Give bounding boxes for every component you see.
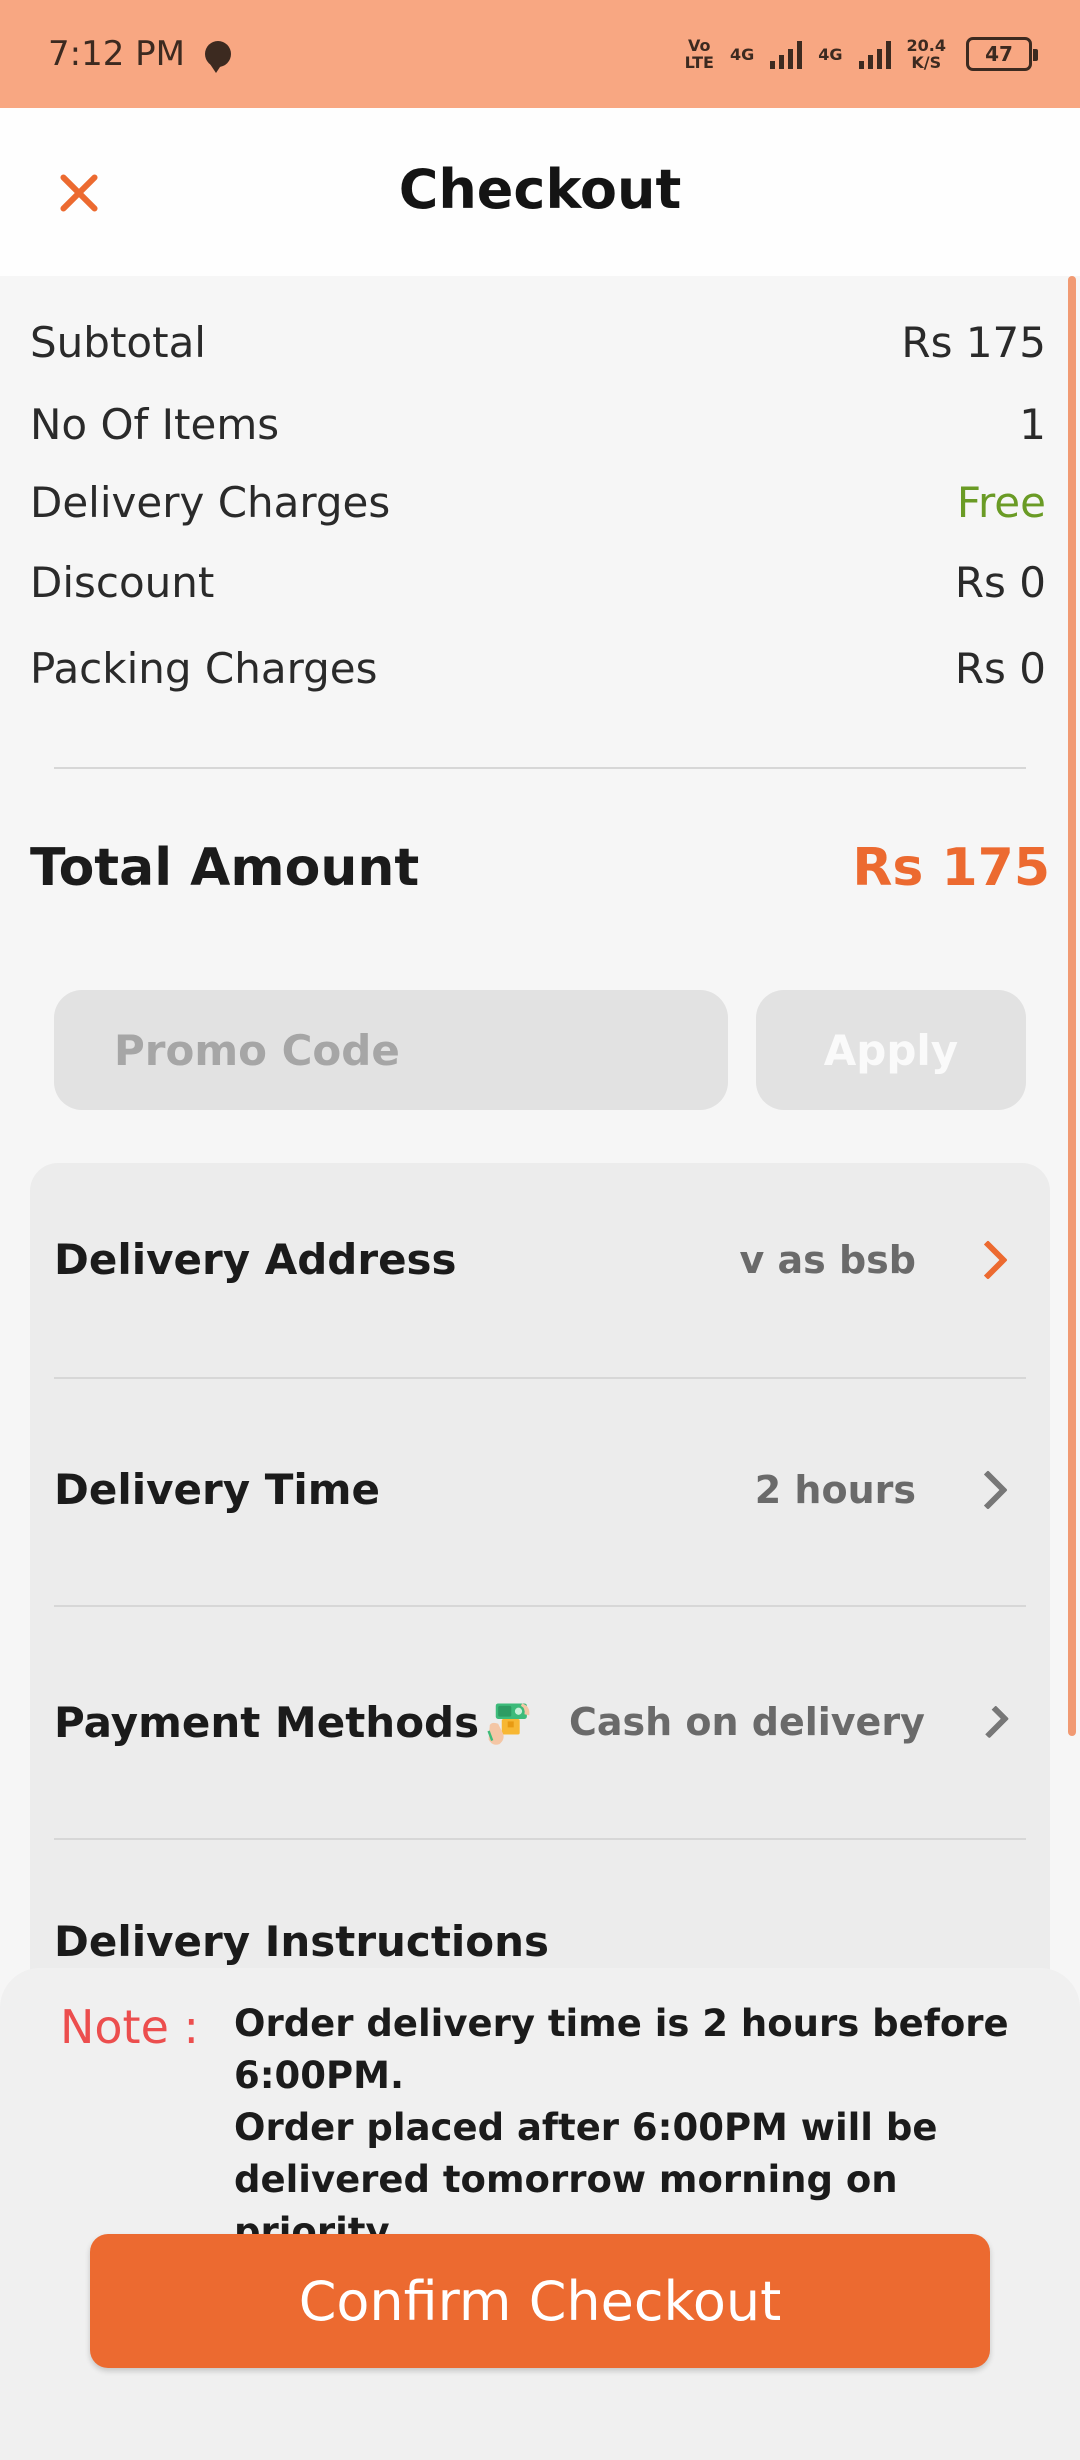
total-value: Rs 175 (852, 838, 1050, 898)
message-notification-icon (205, 41, 231, 73)
delivery-charges-value: Free (956, 478, 1046, 527)
battery-icon: 47 (966, 37, 1038, 71)
total-label: Total Amount (30, 838, 420, 898)
options-divider-1 (54, 1377, 1026, 1379)
delivery-instructions-label: Delivery Instructions (54, 1917, 550, 1966)
delivery-address-label: Delivery Address (54, 1235, 457, 1284)
signal-icon (770, 39, 803, 69)
network-speed: 20.4 K/S (907, 37, 946, 71)
delivery-time-value: 2 hours (754, 1467, 916, 1512)
subtotal-row: Subtotal Rs 175 (30, 318, 1046, 367)
delivery-instructions-row[interactable]: Delivery Instructions (54, 1917, 1026, 1966)
note-line-1: Order delivery time is 2 hours before 6:… (234, 2002, 1009, 2097)
packing-charges-label: Packing Charges (30, 644, 378, 693)
subtotal-value: Rs 175 (901, 318, 1046, 367)
bottom-sheet: Note : Order delivery time is 2 hours be… (0, 1968, 1080, 2460)
confirm-checkout-button[interactable]: Confirm Checkout (90, 2234, 990, 2368)
payment-methods-label: Payment Methods (54, 1697, 480, 1747)
packing-charges-row: Packing Charges Rs 0 (30, 644, 1046, 693)
discount-value: Rs 0 (954, 558, 1046, 607)
note-text: Order delivery time is 2 hours before 6:… (234, 1998, 1034, 2258)
header: Checkout (0, 108, 1080, 276)
total-row: Total Amount Rs 175 (30, 838, 1050, 898)
chevron-right-icon (975, 1705, 1010, 1739)
volte-indicator: Vo LTE (684, 36, 714, 72)
speed-value: 20.4 (906, 36, 946, 55)
network-type-2: 4G (818, 44, 843, 64)
battery-level: 47 (985, 42, 1013, 66)
status-time: 7:12 PM (48, 34, 185, 74)
scrollbar[interactable] (1068, 276, 1076, 1736)
delivery-charges-label: Delivery Charges (30, 478, 391, 527)
note-label: Note : (60, 2000, 200, 2054)
delivery-address-row[interactable]: Delivery Address v as bsb (54, 1235, 1026, 1284)
page-title: Checkout (398, 158, 682, 221)
delivery-address-value: v as bsb (739, 1237, 916, 1282)
discount-label: Discount (30, 558, 215, 607)
promo-code-input[interactable] (54, 990, 728, 1110)
status-bar: 7:12 PM Vo LTE 4G 4G 20.4 K/S 47 (0, 0, 1080, 108)
subtotal-label: Subtotal (30, 318, 206, 367)
apply-button[interactable]: Apply (756, 990, 1026, 1110)
cash-hand-icon (487, 1703, 530, 1745)
signal-icon-2 (858, 39, 891, 69)
chevron-right-icon (968, 1239, 1008, 1280)
checkout-options-card: Delivery Address v as bsb Delivery Time … (30, 1163, 1050, 2043)
payment-methods-row[interactable]: Payment Methods Cash on delivery (54, 1677, 1026, 1767)
packing-charges-value: Rs 0 (954, 644, 1046, 693)
chevron-right-icon (968, 1469, 1008, 1510)
items-row: No Of Items 1 (30, 400, 1046, 449)
options-divider-2 (54, 1605, 1026, 1607)
discount-row: Discount Rs 0 (30, 558, 1046, 607)
options-divider-3 (54, 1838, 1026, 1840)
items-label: No Of Items (30, 400, 280, 449)
payment-methods-value: Cash on delivery (568, 1700, 925, 1744)
summary-divider (54, 767, 1026, 769)
speed-unit: K/S (911, 53, 942, 72)
items-value: 1 (1019, 400, 1046, 449)
delivery-time-row[interactable]: Delivery Time 2 hours (54, 1465, 1026, 1514)
delivery-time-label: Delivery Time (54, 1465, 381, 1514)
delivery-charges-row: Delivery Charges Free (30, 478, 1046, 527)
network-type-1: 4G (729, 44, 755, 64)
status-indicators: Vo LTE 4G 4G 20.4 K/S 47 (684, 36, 1038, 72)
